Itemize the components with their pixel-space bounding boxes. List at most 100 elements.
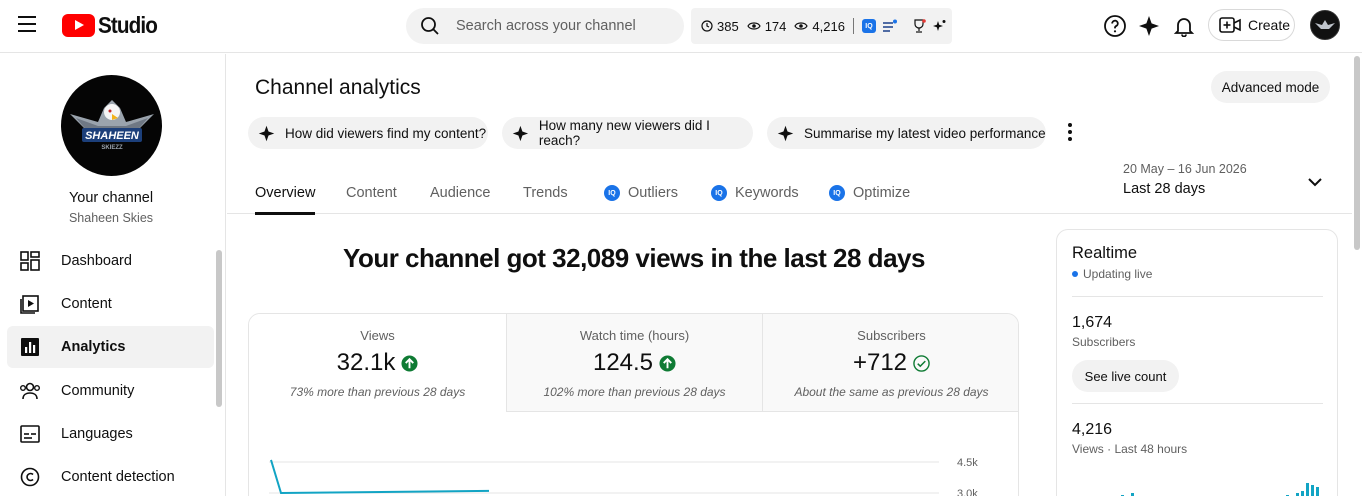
tab-trends[interactable]: Trends <box>523 183 568 203</box>
sidebar-item-languages[interactable]: Languages <box>7 413 214 455</box>
tab-label: Content <box>346 185 397 201</box>
check-circle-icon <box>913 354 930 372</box>
suggestion-label: How did viewers find my content? <box>285 125 487 141</box>
y-tick-label: 4.5k <box>957 457 978 469</box>
ai-sparkle-icon[interactable] <box>1136 13 1162 39</box>
metric-label: Subscribers <box>857 328 926 343</box>
copyright-icon <box>19 466 41 488</box>
sparkle-icon <box>512 125 529 141</box>
metric-card-views[interactable]: Views 32.1k 73% more than previous 28 da… <box>249 314 506 412</box>
tab-label: Trends <box>523 185 568 201</box>
eagle-logo-icon <box>1315 20 1335 29</box>
metric-value: 124.5 <box>592 349 654 376</box>
realtime-bar <box>1316 487 1319 496</box>
tab-audience[interactable]: Audience <box>430 183 490 203</box>
channel-avatar[interactable]: SHAHEEN SKIEZZ <box>61 75 162 176</box>
suggestion-chip[interactable]: How many new viewers did I reach? <box>502 117 753 149</box>
realtime-status: Updating live <box>1072 267 1152 281</box>
sidebar-scrollbar[interactable] <box>216 250 222 407</box>
tab-label: Overview <box>255 185 316 201</box>
suggestion-chip[interactable]: How did viewers find my content? <box>248 117 488 149</box>
tab-outliers[interactable]: IQ Outliers <box>604 183 678 203</box>
advanced-mode-button[interactable]: Advanced mode <box>1211 71 1330 103</box>
suggestion-chip[interactable]: Summarise my latest video performance <box>767 117 1046 149</box>
sparkle-icon <box>258 125 275 141</box>
metric-comparison: 102% more than previous 28 days <box>543 385 726 399</box>
realtime-status-text: Updating live <box>1083 267 1153 281</box>
eye-icon <box>747 22 761 30</box>
sidebar-item-analytics[interactable]: Analytics <box>7 326 214 368</box>
sidebar-item-content-detection[interactable]: Content detection <box>7 456 214 496</box>
metric-value: 32.1k <box>336 349 396 376</box>
live-dot-icon <box>1072 271 1078 277</box>
tab-label: Audience <box>430 185 491 201</box>
page-scrollbar[interactable] <box>1354 56 1360 250</box>
sidebar-item-dashboard[interactable]: Dashboard <box>7 240 214 282</box>
views-series-line <box>270 459 490 495</box>
tab-label: Keywords <box>735 185 799 201</box>
metric-label: Watch time (hours) <box>579 328 690 343</box>
metric-comparison: About the same as previous 28 days <box>794 385 989 399</box>
tab-overview[interactable]: Overview <box>255 183 316 215</box>
stat-views-value: 174 <box>764 18 787 34</box>
sparkle-icon <box>777 125 794 141</box>
menu-icon[interactable] <box>18 16 40 34</box>
help-icon[interactable] <box>1102 13 1128 39</box>
logo-subtext: SKIEZZ <box>101 145 123 151</box>
y-tick-label: 3.0k <box>957 488 978 496</box>
search-bar[interactable] <box>406 8 684 44</box>
sidebar-item-label: Analytics <box>61 339 126 355</box>
account-avatar[interactable] <box>1310 10 1340 40</box>
metric-label: Views <box>360 328 395 343</box>
tab-optimize[interactable]: IQ Optimize <box>829 183 910 203</box>
summary-headline: Your channel got 32,089 views in the las… <box>343 243 925 273</box>
extension-stats-bar[interactable]: 385 174 4,216 IQ <box>691 8 952 44</box>
search-input[interactable] <box>456 18 656 34</box>
content-icon <box>19 293 41 315</box>
create-button[interactable]: Create <box>1208 9 1295 41</box>
suggestion-label: Summarise my latest video performance <box>804 125 1046 141</box>
trophy-icon[interactable] <box>912 19 926 33</box>
studio-logo[interactable]: Studio <box>62 12 164 39</box>
metric-value-row: 32.1k <box>249 349 506 377</box>
sidebar-item-content[interactable]: Content <box>7 283 214 325</box>
more-options-icon[interactable] <box>1063 120 1077 144</box>
stat-views-48h: 4,216 <box>794 19 845 34</box>
realtime-bar <box>1301 491 1304 496</box>
realtime-bar <box>1311 485 1314 496</box>
tab-label: Optimize <box>853 185 911 201</box>
search-icon <box>421 17 439 35</box>
views-line-chart[interactable]: 4.5k 3.0k <box>249 412 1019 496</box>
notifications-bell-icon[interactable] <box>1171 13 1197 39</box>
date-range-picker[interactable]: 20 May – 16 Jun 2026 Last 28 days <box>1123 162 1333 202</box>
stat-views: 174 <box>747 18 787 34</box>
community-icon <box>19 380 41 402</box>
sidebar-item-label: Dashboard <box>61 253 132 269</box>
analytics-icon <box>19 336 41 358</box>
sidebar-item-label: Community <box>61 383 135 399</box>
metric-cards: Views 32.1k 73% more than previous 28 da… <box>248 313 1019 496</box>
tab-content[interactable]: Content <box>346 183 397 203</box>
see-live-count-button[interactable]: See live count <box>1072 360 1179 392</box>
metric-card-subscribers[interactable]: Subscribers +712 About the same as previ… <box>763 314 1018 412</box>
divider <box>852 18 854 34</box>
realtime-views-bar-chart[interactable] <box>1072 475 1323 496</box>
sidebar-item-community[interactable]: Community <box>7 370 214 412</box>
clock-icon <box>701 20 713 32</box>
vidiq-icon[interactable]: IQ <box>861 19 876 33</box>
languages-icon <box>19 423 41 445</box>
sparkle-icon[interactable] <box>932 19 946 33</box>
logo-text: SHAHEEN <box>85 130 140 142</box>
metric-comparison: 73% more than previous 28 days <box>289 385 466 399</box>
sidebar: SHAHEEN SKIEZZ Your channel Shaheen Skie… <box>0 54 226 496</box>
eagle-logo-icon: SHAHEEN SKIEZZ <box>69 99 154 151</box>
youtube-play-icon <box>62 14 95 37</box>
stat-views-48h-value: 4,216 <box>812 18 845 34</box>
realtime-bar <box>1306 483 1309 496</box>
list-icon[interactable] <box>882 19 898 33</box>
divider <box>1072 403 1323 404</box>
tab-keywords[interactable]: IQ Keywords <box>711 183 799 203</box>
date-range-label: Last 28 days <box>1123 181 1206 197</box>
metric-card-watch-time[interactable]: Watch time (hours) 124.5 102% more than … <box>507 314 762 412</box>
realtime-subscribers-value: 1,674 <box>1072 314 1113 331</box>
